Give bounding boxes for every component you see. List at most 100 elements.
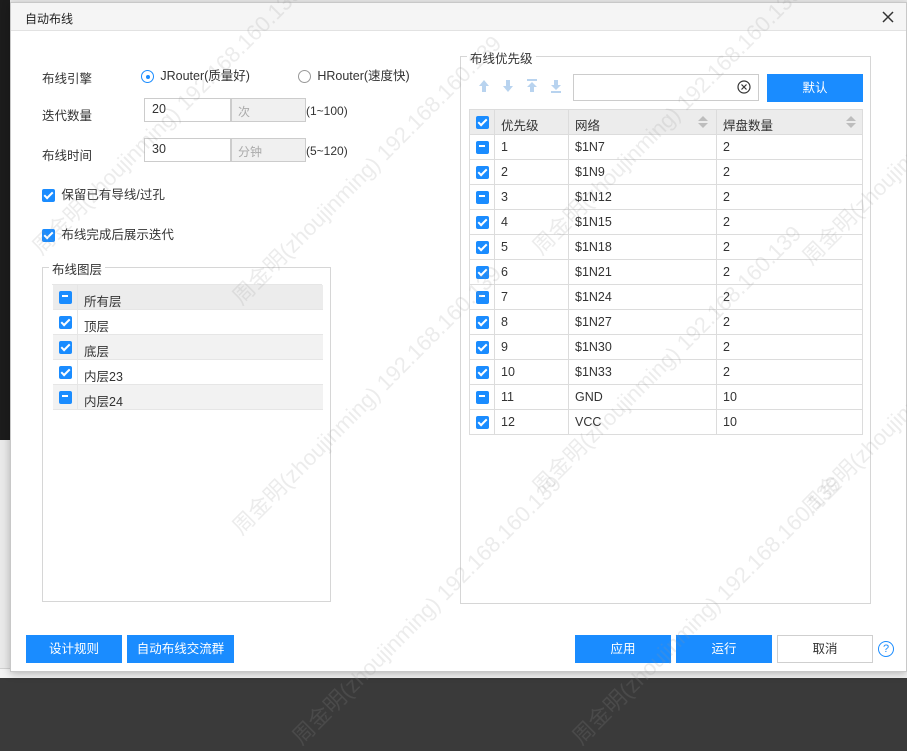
keep-existing-option[interactable]: 保留已有导线/过孔 bbox=[42, 184, 165, 203]
move-top-icon[interactable] bbox=[525, 79, 539, 95]
dialog-title: 自动布线 bbox=[25, 12, 74, 26]
time-unit: 分钟 bbox=[231, 138, 306, 162]
close-icon[interactable] bbox=[878, 7, 898, 27]
row-checkbox[interactable] bbox=[476, 266, 489, 279]
row-checkbox[interactable] bbox=[476, 141, 489, 154]
table-row[interactable]: 11 GND 10 bbox=[470, 385, 862, 410]
run-button[interactable]: 运行 bbox=[676, 635, 772, 663]
cell-pads: 2 bbox=[723, 165, 730, 179]
default-button[interactable]: 默认 bbox=[767, 74, 863, 102]
layer-checkbox[interactable] bbox=[59, 316, 72, 329]
apply-button[interactable]: 应用 bbox=[575, 635, 671, 663]
layers-legend: 布线图层 bbox=[49, 259, 106, 278]
table-row[interactable]: 6 $1N21 2 bbox=[470, 260, 862, 285]
cell-net: $1N30 bbox=[569, 335, 717, 359]
move-down-icon[interactable] bbox=[501, 79, 515, 95]
cell-net: $1N33 bbox=[569, 360, 717, 384]
clear-search-icon[interactable] bbox=[737, 80, 751, 94]
table-header: 优先级 网络 焊盘数量 bbox=[470, 110, 862, 135]
cell-priority: 4 bbox=[495, 210, 569, 234]
cell-pads: 2 bbox=[723, 265, 730, 279]
engine-option-hrouter[interactable]: HRouter(速度快) bbox=[298, 65, 410, 84]
radio-jrouter[interactable] bbox=[141, 70, 154, 84]
auto-route-dialog: 自动布线 布线引擎 JRouter(质量好) HRouter(速度快) 迭代数量… bbox=[10, 0, 907, 749]
layer-row[interactable]: 顶层 bbox=[53, 310, 323, 335]
cell-priority: 3 bbox=[495, 185, 569, 209]
row-checkbox[interactable] bbox=[476, 316, 489, 329]
row-checkbox[interactable] bbox=[476, 241, 489, 254]
column-header-pads[interactable]: 焊盘数量 bbox=[717, 110, 864, 134]
priority-table: 优先级 网络 焊盘数量 1 $1N7 2 2 $1N9 2 3 $1N12 2 4 $1N15 2 5 $… bbox=[469, 109, 863, 435]
row-checkbox[interactable] bbox=[476, 166, 489, 179]
cell-pads: 2 bbox=[723, 215, 730, 229]
table-row[interactable]: 7 $1N24 2 bbox=[470, 285, 862, 310]
row-checkbox[interactable] bbox=[476, 291, 489, 304]
row-checkbox[interactable] bbox=[476, 191, 489, 204]
table-row[interactable]: 4 $1N15 2 bbox=[470, 210, 862, 235]
cell-net: $1N15 bbox=[569, 210, 717, 234]
layer-all-checkbox[interactable] bbox=[59, 291, 72, 304]
table-row[interactable]: 9 $1N30 2 bbox=[470, 335, 862, 360]
layer-row[interactable]: 底层 bbox=[53, 335, 323, 360]
layer-label: 所有层 bbox=[84, 295, 122, 309]
help-icon[interactable]: ? bbox=[878, 641, 894, 657]
table-row[interactable]: 8 $1N27 2 bbox=[470, 310, 862, 335]
cell-pads: 10 bbox=[723, 415, 737, 429]
move-up-icon[interactable] bbox=[477, 79, 491, 95]
cell-net: $1N27 bbox=[569, 310, 717, 334]
row-checkbox[interactable] bbox=[476, 416, 489, 429]
keep-existing-checkbox[interactable] bbox=[42, 189, 55, 203]
engine-option-jrouter[interactable]: JRouter(质量好) bbox=[141, 65, 250, 84]
cell-priority: 1 bbox=[495, 135, 569, 159]
select-all-checkbox[interactable] bbox=[476, 116, 489, 129]
cancel-button[interactable]: 取消 bbox=[777, 635, 873, 663]
sort-icon[interactable] bbox=[698, 116, 708, 128]
column-header-priority[interactable]: 优先级 bbox=[495, 110, 569, 134]
sort-icon[interactable] bbox=[846, 116, 856, 128]
cell-priority: 9 bbox=[495, 335, 569, 359]
show-iterations-checkbox[interactable] bbox=[42, 229, 55, 243]
cell-net: $1N7 bbox=[569, 135, 717, 159]
row-checkbox[interactable] bbox=[476, 216, 489, 229]
layer-row-all[interactable]: 所有层 bbox=[53, 285, 323, 310]
column-header-net[interactable]: 网络 bbox=[569, 110, 717, 134]
cell-priority: 8 bbox=[495, 310, 569, 334]
show-iterations-option[interactable]: 布线完成后展示迭代 bbox=[42, 224, 174, 243]
cell-priority: 5 bbox=[495, 235, 569, 259]
iterations-input[interactable]: 20 bbox=[144, 98, 231, 122]
layer-checkbox[interactable] bbox=[59, 341, 72, 354]
layer-row[interactable]: 内层24 bbox=[53, 385, 323, 410]
cell-pads: 2 bbox=[723, 315, 730, 329]
layer-row[interactable]: 内层23 bbox=[53, 360, 323, 385]
layer-checkbox[interactable] bbox=[59, 366, 72, 379]
background-canvas bbox=[0, 0, 10, 440]
net-search-input[interactable] bbox=[573, 74, 759, 101]
design-rules-button[interactable]: 设计规则 bbox=[26, 635, 122, 663]
cell-pads: 2 bbox=[723, 290, 730, 304]
radio-hrouter[interactable] bbox=[298, 70, 311, 84]
community-button[interactable]: 自动布线交流群 bbox=[127, 635, 234, 663]
table-row[interactable]: 5 $1N18 2 bbox=[470, 235, 862, 260]
layers-group: 布线图层 所有层 顶层 底层 内层23 内层24 bbox=[42, 259, 331, 602]
move-bottom-icon[interactable] bbox=[549, 79, 563, 95]
cell-net: $1N21 bbox=[569, 260, 717, 284]
layer-checkbox[interactable] bbox=[59, 391, 72, 404]
table-row[interactable]: 3 $1N12 2 bbox=[470, 185, 862, 210]
row-checkbox[interactable] bbox=[476, 341, 489, 354]
layer-label: 底层 bbox=[84, 345, 110, 359]
cell-pads: 10 bbox=[723, 390, 737, 404]
table-row[interactable]: 12 VCC 10 bbox=[470, 410, 862, 435]
table-row[interactable]: 2 $1N9 2 bbox=[470, 160, 862, 185]
cell-net: $1N24 bbox=[569, 285, 717, 309]
engine-option-jrouter-label: JRouter(质量好) bbox=[160, 69, 250, 83]
table-row[interactable]: 10 $1N33 2 bbox=[470, 360, 862, 385]
row-checkbox[interactable] bbox=[476, 366, 489, 379]
row-checkbox[interactable] bbox=[476, 391, 489, 404]
layers-list: 所有层 顶层 底层 内层23 内层24 bbox=[52, 284, 323, 410]
table-row[interactable]: 1 $1N7 2 bbox=[470, 135, 862, 160]
dialog-titlebar: 自动布线 bbox=[11, 3, 906, 31]
table-body: 1 $1N7 2 2 $1N9 2 3 $1N12 2 4 $1N15 2 5 $1N18 2 6 $1N21 2… bbox=[470, 135, 862, 435]
engine-label: 布线引擎 bbox=[42, 72, 93, 86]
cell-net: GND bbox=[569, 385, 717, 409]
time-input[interactable]: 30 bbox=[144, 138, 231, 162]
